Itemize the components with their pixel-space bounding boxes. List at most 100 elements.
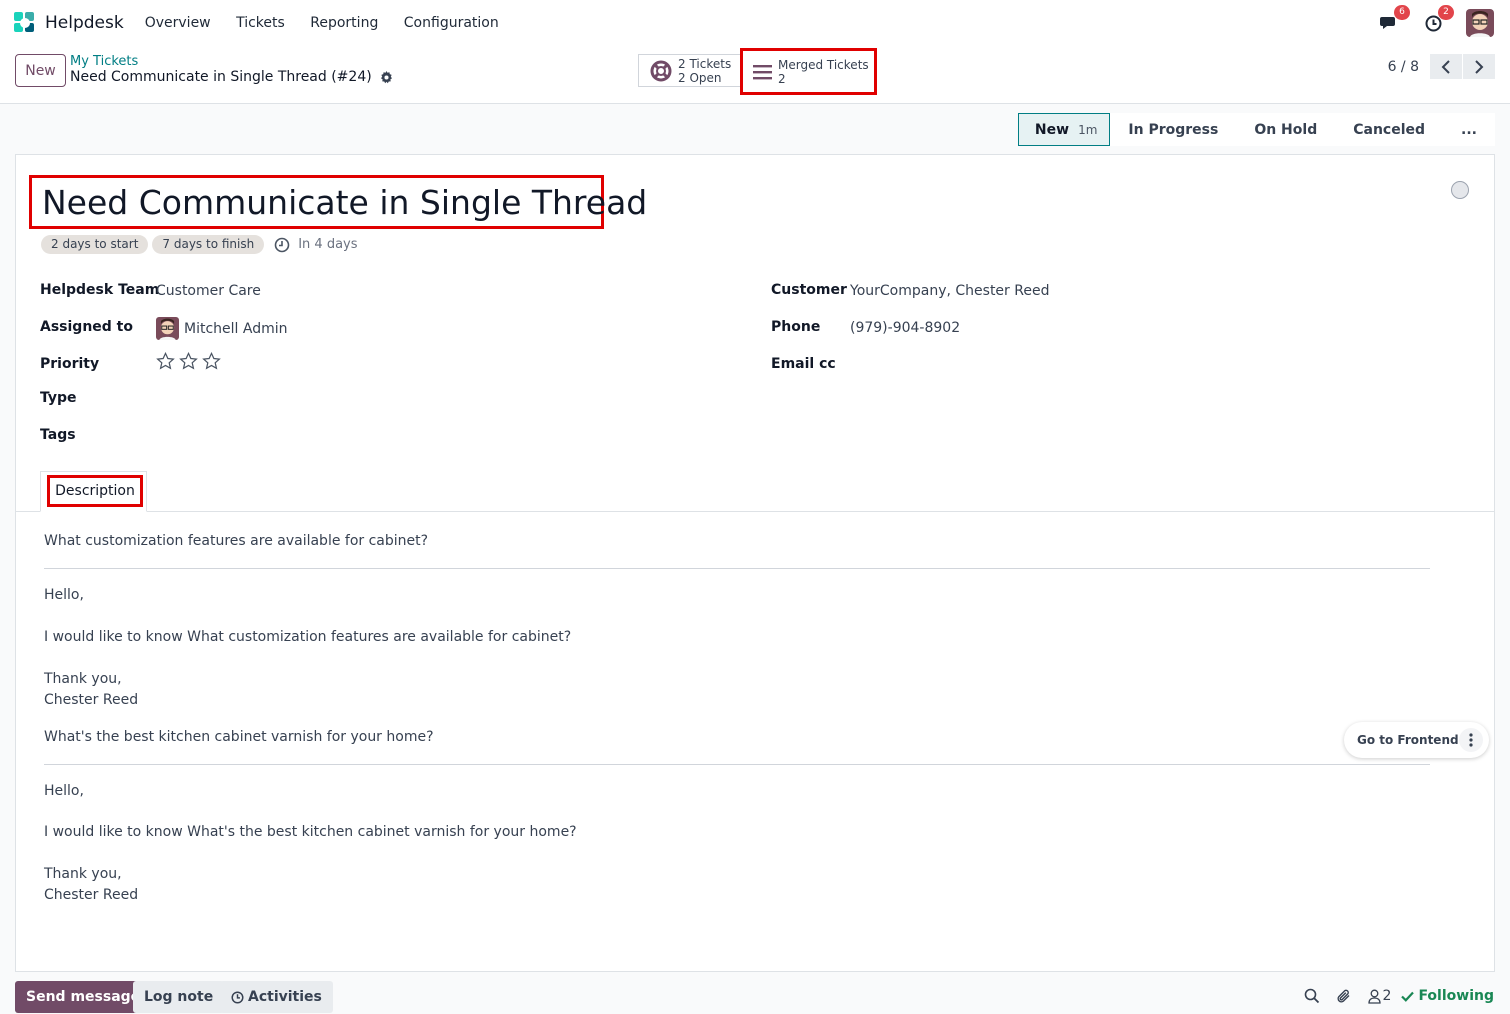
tickets-smart-button[interactable]: 2 Tickets 2 Open	[638, 54, 740, 87]
nav-reporting[interactable]: Reporting	[310, 15, 378, 31]
description-question: What customization features are availabl…	[44, 533, 429, 549]
chevron-right-icon	[1475, 59, 1484, 74]
customer-value: YourCompany, Chester Reed	[850, 283, 1050, 299]
send-message-button[interactable]: Send message	[15, 981, 152, 1013]
pager-previous-button[interactable]	[1430, 54, 1462, 79]
description-greeting: Hello,	[44, 783, 84, 799]
description-thanks: Thank you,	[44, 866, 122, 882]
tab-description-label: Description	[47, 475, 143, 507]
sla-tag: 2 days to start	[41, 235, 149, 254]
avatar	[156, 317, 179, 340]
top-navbar: Helpdesk Overview Tickets Reporting Conf…	[0, 0, 1510, 46]
breadcrumb-my-tickets[interactable]: My Tickets	[70, 54, 138, 69]
description-body: I would like to know What customization …	[44, 629, 572, 645]
assigned-to-label: Assigned to	[40, 319, 133, 335]
tickets-count: 2 Tickets	[678, 56, 732, 71]
stage-canceled[interactable]: Canceled	[1335, 113, 1444, 146]
kebab-menu-icon[interactable]	[1459, 728, 1483, 752]
phone-field: Phone	[771, 319, 820, 335]
merged-tickets-smart-button[interactable]: Merged Tickets 2	[740, 48, 877, 95]
helpdesk-team-field: Helpdesk Team	[40, 282, 159, 298]
stage-in-progress[interactable]: In Progress	[1110, 113, 1237, 146]
user-icon	[1367, 989, 1381, 1004]
description-block[interactable]: I would like to know What customization …	[44, 627, 1430, 648]
chatter-topbar-right: 2 Following	[1290, 988, 1494, 1004]
description-signature: Chester Reed	[44, 692, 139, 708]
phone-value-wrap[interactable]: (979)-904-8902	[850, 320, 960, 336]
ticket-title-field[interactable]: Need Communicate in Single Thread	[29, 175, 647, 229]
type-field: Type	[40, 390, 77, 406]
gear-icon[interactable]	[380, 70, 393, 84]
user-avatar-icon	[1466, 9, 1494, 37]
helpdesk-team-value: Customer Care	[156, 283, 261, 299]
pager-value[interactable]: 6 / 8	[1388, 59, 1419, 75]
description-block[interactable]: What customization features are availabl…	[44, 531, 1430, 552]
go-to-frontend-button[interactable]: Go to Frontend	[1357, 733, 1459, 747]
tab-description[interactable]: Description	[40, 471, 147, 512]
priority-stars	[156, 352, 225, 370]
description-block[interactable]: Thank you, Chester Reed	[44, 669, 1430, 711]
app-brand[interactable]: Helpdesk	[14, 12, 145, 34]
stage-new[interactable]: New 1m	[1017, 113, 1111, 146]
control-panel: New My Tickets Need Communicate in Singl…	[0, 46, 1510, 104]
merged-tickets-label: Merged Tickets	[778, 57, 869, 72]
description-greeting: Hello,	[44, 587, 84, 603]
star-icon[interactable]	[179, 352, 198, 370]
tickets-open: 2 Open	[678, 70, 722, 85]
type-label: Type	[40, 390, 77, 406]
description-block[interactable]: What's the best kitchen cabinet varnish …	[44, 727, 1430, 748]
check-icon	[1401, 991, 1415, 1002]
divider	[44, 568, 1430, 569]
kanban-state-icon[interactable]	[1451, 181, 1469, 199]
description-thanks: Thank you,	[44, 671, 122, 687]
phone-label: Phone	[771, 319, 821, 335]
customer-field: Customer	[771, 282, 847, 298]
followers-button[interactable]: 2	[1367, 988, 1392, 1004]
assigned-to-value: Mitchell Admin	[184, 320, 288, 337]
chatter-bar: Send message Log note Activities 2 Follo…	[0, 972, 1510, 1014]
description-block[interactable]: Hello,	[44, 585, 1430, 606]
phone-value: (979)-904-8902	[850, 320, 961, 336]
user-avatar[interactable]	[1466, 9, 1494, 37]
nav-overview[interactable]: Overview	[145, 15, 211, 31]
description-block[interactable]: I would like to know What's the best kit…	[44, 822, 1430, 843]
helpdesk-team-value-wrap[interactable]: Customer Care	[156, 283, 261, 299]
pager: 6 / 8	[1388, 54, 1495, 79]
email-cc-label: Email cc	[771, 356, 836, 372]
nav-tickets[interactable]: Tickets	[236, 15, 285, 31]
tags-label: Tags	[40, 427, 76, 443]
description-block[interactable]: Hello,	[44, 781, 1430, 802]
clock-icon	[231, 990, 244, 1004]
activities-label: Activities	[248, 989, 322, 1005]
description-signature: Chester Reed	[44, 887, 139, 903]
list-icon	[753, 64, 772, 79]
pager-next-button[interactable]	[1463, 54, 1495, 79]
log-note-button[interactable]: Log note	[133, 981, 225, 1013]
activities-button[interactable]: Activities	[220, 981, 333, 1013]
search-icon[interactable]	[1304, 988, 1320, 1004]
description-block[interactable]: Thank you, Chester Reed	[44, 864, 1430, 906]
app-name: Helpdesk	[45, 13, 124, 33]
assigned-to-value-wrap[interactable]: Mitchell Admin	[156, 317, 288, 340]
customer-label: Customer	[771, 282, 847, 298]
messages-button[interactable]: 6	[1378, 5, 1410, 34]
stage-on-hold[interactable]: On Hold	[1236, 113, 1336, 146]
new-button[interactable]: New	[15, 54, 66, 87]
nav-configuration[interactable]: Configuration	[404, 15, 499, 31]
paperclip-icon[interactable]	[1336, 988, 1352, 1004]
priority-field: Priority	[40, 356, 99, 372]
customer-value-wrap[interactable]: YourCompany, Chester Reed	[850, 283, 1049, 299]
followers-count: 2	[1382, 988, 1392, 1004]
sla-row: 2 days to start 7 days to finish In 4 da…	[41, 235, 358, 254]
follow-button[interactable]: Following	[1401, 988, 1494, 1004]
stage-statusbar: New 1m In Progress On Hold Canceled ...	[1017, 113, 1495, 146]
divider	[44, 764, 1430, 765]
ticket-title: Need Communicate in Single Thread	[42, 182, 648, 222]
breadcrumb-current: Need Communicate in Single Thread (#24)	[70, 69, 393, 85]
stage-more-button[interactable]: ...	[1443, 113, 1495, 146]
notebook-tabs: Description	[16, 471, 1494, 512]
star-icon[interactable]	[202, 352, 221, 370]
sla-tag: 7 days to finish	[152, 235, 265, 254]
star-icon[interactable]	[156, 352, 175, 370]
activities-button[interactable]: 2	[1422, 5, 1454, 34]
